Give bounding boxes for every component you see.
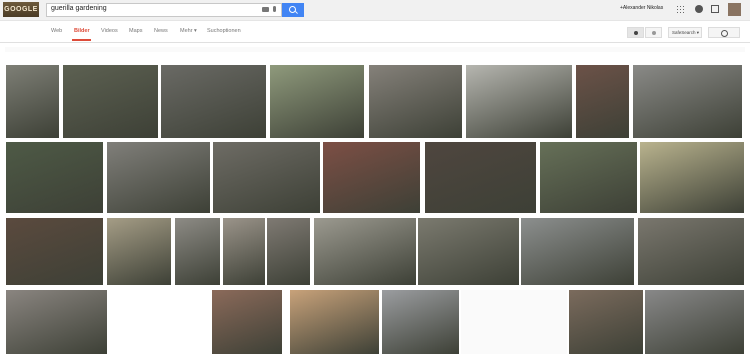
image-thumbnail	[418, 218, 519, 285]
image-thumbnail	[640, 142, 744, 213]
tab-search-tools[interactable]: Suchoptionen	[207, 28, 241, 34]
image-result[interactable]	[63, 65, 158, 138]
image-thumbnail	[466, 65, 572, 138]
image-result[interactable]	[466, 65, 572, 138]
apps-grid-icon[interactable]	[676, 5, 684, 13]
image-result[interactable]	[107, 218, 171, 285]
image-thumbnail	[175, 218, 220, 285]
image-thumbnail	[6, 218, 103, 285]
image-result[interactable]	[6, 290, 107, 354]
globe-icon	[652, 31, 656, 35]
image-result[interactable]	[175, 218, 220, 285]
image-result[interactable]	[540, 142, 637, 213]
microphone-icon[interactable]	[273, 6, 276, 12]
image-thumbnail	[213, 142, 320, 213]
camera-icon[interactable]	[262, 7, 269, 12]
image-result[interactable]	[418, 218, 519, 285]
image-result[interactable]	[161, 65, 266, 138]
google-doodle-logo[interactable]: GOOGLE	[3, 2, 39, 17]
tab-videos[interactable]: Videos	[101, 28, 118, 34]
active-tab-indicator	[72, 39, 91, 41]
image-thumbnail	[569, 290, 643, 354]
image-result[interactable]	[111, 290, 207, 354]
tab-news[interactable]: News	[154, 28, 168, 34]
image-result[interactable]	[323, 142, 420, 213]
share-icon[interactable]	[711, 5, 719, 13]
image-thumbnail	[576, 65, 629, 138]
search-nav: Web Bilder Videos Maps News Mehr ▾ Sucho…	[0, 21, 750, 43]
image-thumbnail	[521, 218, 634, 285]
image-thumbnail	[382, 290, 459, 354]
image-thumbnail	[369, 65, 462, 138]
image-thumbnail	[323, 142, 420, 213]
tab-maps[interactable]: Maps	[129, 28, 142, 34]
image-thumbnail	[212, 290, 282, 354]
image-result[interactable]	[633, 65, 742, 138]
tab-images[interactable]: Bilder	[74, 28, 90, 34]
image-thumbnail	[111, 290, 207, 354]
image-result[interactable]	[521, 218, 634, 285]
avatar[interactable]	[728, 3, 741, 16]
gear-icon	[721, 30, 728, 37]
image-result[interactable]	[212, 290, 282, 354]
image-result[interactable]	[638, 218, 744, 285]
filter-strip	[5, 47, 745, 52]
image-result[interactable]	[569, 290, 643, 354]
image-thumbnail	[540, 142, 637, 213]
image-result[interactable]	[461, 290, 567, 354]
personal-results-button[interactable]	[627, 27, 644, 38]
image-result[interactable]	[223, 218, 265, 285]
notifications-icon[interactable]	[695, 5, 703, 13]
image-thumbnail	[290, 290, 379, 354]
image-thumbnail	[270, 65, 364, 138]
image-thumbnail	[6, 142, 103, 213]
image-result[interactable]	[382, 290, 459, 354]
person-icon	[634, 31, 638, 35]
image-thumbnail	[314, 218, 416, 285]
image-result[interactable]	[369, 65, 462, 138]
tab-more[interactable]: Mehr ▾	[180, 28, 197, 34]
search-input[interactable]: guerilla gardening	[51, 5, 107, 12]
image-result[interactable]	[576, 65, 629, 138]
image-thumbnail	[161, 65, 266, 138]
image-result[interactable]	[107, 142, 210, 213]
image-result[interactable]	[6, 65, 59, 138]
user-name-link[interactable]: +Alexander Nikolas	[620, 5, 663, 11]
image-thumbnail	[6, 65, 59, 138]
image-thumbnail	[638, 218, 744, 285]
image-result[interactable]	[290, 290, 379, 354]
image-result[interactable]	[6, 142, 103, 213]
image-result[interactable]	[645, 290, 744, 354]
search-button[interactable]	[282, 3, 304, 17]
search-box[interactable]: guerilla gardening	[46, 3, 282, 17]
image-thumbnail	[223, 218, 265, 285]
tab-web[interactable]: Web	[51, 28, 62, 34]
settings-button[interactable]	[708, 27, 740, 38]
image-result[interactable]	[6, 218, 103, 285]
top-bar: GOOGLE guerilla gardening +Alexander Nik…	[0, 0, 750, 21]
image-result[interactable]	[267, 218, 310, 285]
image-thumbnail	[267, 218, 310, 285]
image-result[interactable]	[425, 142, 536, 213]
image-thumbnail	[63, 65, 158, 138]
image-result[interactable]	[213, 142, 320, 213]
search-icon	[289, 6, 296, 13]
image-thumbnail	[633, 65, 742, 138]
image-thumbnail	[107, 142, 210, 213]
hide-personal-results-button[interactable]	[645, 27, 662, 38]
image-thumbnail	[6, 290, 107, 354]
image-thumbnail	[425, 142, 536, 213]
image-result[interactable]	[640, 142, 744, 213]
image-thumbnail	[107, 218, 171, 285]
image-result[interactable]	[314, 218, 416, 285]
safesearch-dropdown[interactable]: SafeSearch ▾	[668, 27, 702, 38]
image-result[interactable]	[270, 65, 364, 138]
image-thumbnail	[461, 290, 567, 354]
image-thumbnail	[645, 290, 744, 354]
